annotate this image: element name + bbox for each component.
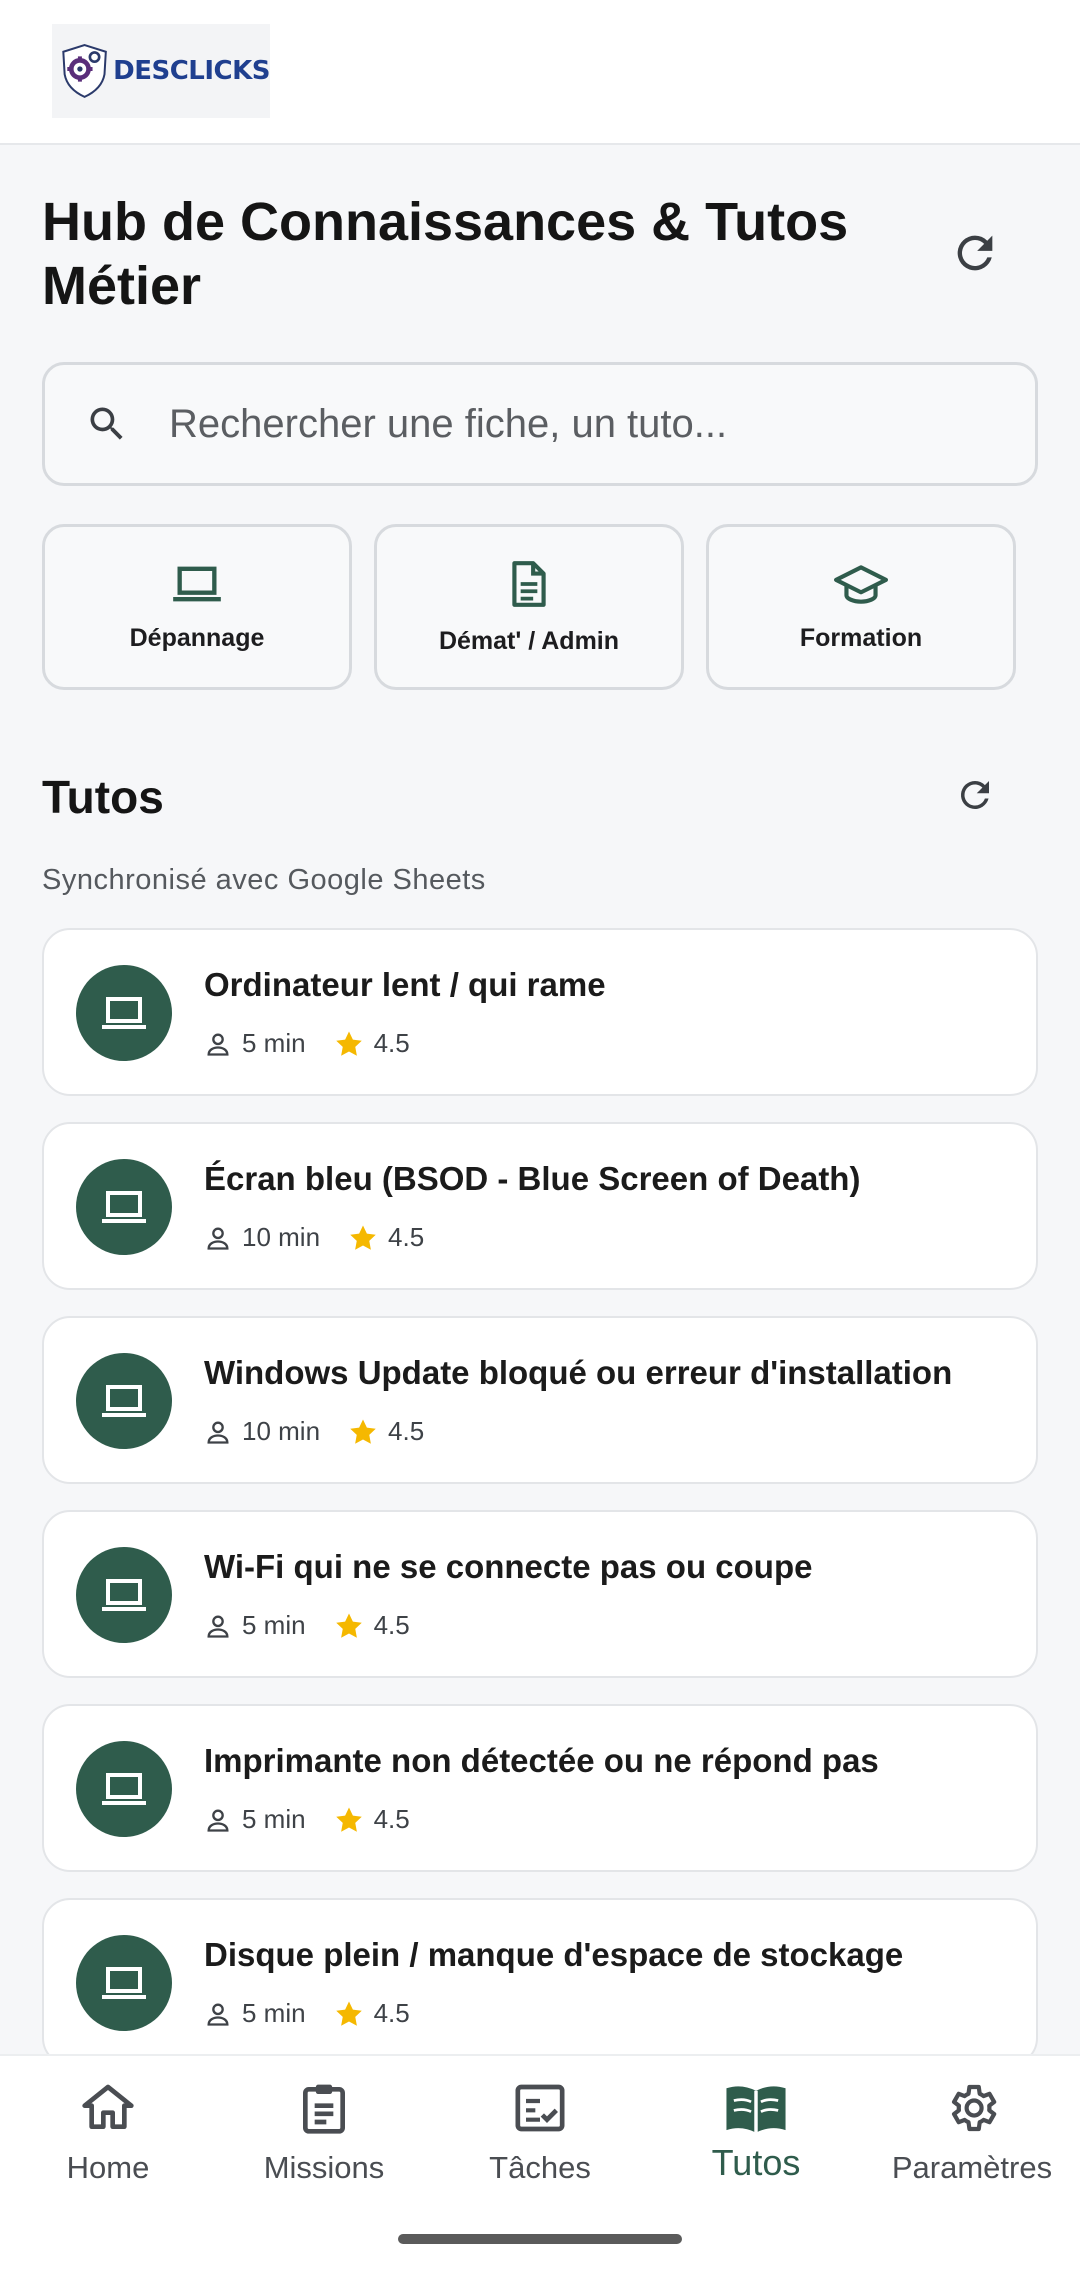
- home-indicator[interactable]: [398, 2234, 682, 2244]
- desclicks-logo[interactable]: DESCLICKS: [52, 24, 270, 118]
- tuto-avatar: [76, 1741, 172, 1837]
- tuto-rating: 4.5: [388, 1222, 425, 1252]
- tuto-card[interactable]: Écran bleu (BSOD - Blue Screen of Death)…: [42, 1122, 1038, 1290]
- star-icon: [335, 1807, 362, 1832]
- person-icon: [207, 1809, 229, 1832]
- tuto-avatar: [76, 1935, 172, 2031]
- tuto-avatar: [76, 1353, 172, 1449]
- laptop-icon: [102, 1579, 146, 1611]
- star-icon: [335, 1031, 362, 1056]
- refresh-tutos-button[interactable]: [946, 766, 1004, 824]
- category-demat-admin[interactable]: Démat' / Admin: [374, 524, 684, 690]
- tuto-meta: 10 min 4.5: [204, 1416, 424, 1447]
- category-depannage[interactable]: Dépannage: [42, 524, 352, 690]
- tuto-avatar: [76, 1547, 172, 1643]
- tuto-title: Disque plein / manque d'espace de stocka…: [204, 1936, 904, 1973]
- tuto-rating: 4.5: [373, 1804, 410, 1834]
- page-title: Hub de Connaissances & Tutos Métier: [42, 192, 849, 316]
- person-icon: [207, 1227, 229, 1250]
- tuto-rating: 4.5: [373, 1610, 410, 1640]
- tuto-card[interactable]: Wi-Fi qui ne se connecte pas ou coupe 5 …: [42, 1510, 1038, 1678]
- gear-icon: [951, 2084, 997, 2132]
- star-icon: [335, 1613, 362, 1638]
- star-icon: [350, 1225, 376, 1250]
- sync-status: Synchronisé avec Google Sheets: [42, 864, 486, 896]
- app-header: DESCLICKS: [0, 0, 1080, 145]
- nav-item-parametres[interactable]: Paramètres: [864, 2080, 1080, 2200]
- tuto-card[interactable]: Disque plein / manque d'espace de stocka…: [42, 1898, 1038, 2066]
- tuto-title: Imprimante non détectée ou ne répond pas: [204, 1742, 879, 1779]
- tuto-avatar: [76, 965, 172, 1061]
- tuto-title: Écran bleu (BSOD - Blue Screen of Death): [204, 1160, 861, 1197]
- nav-item-taches[interactable]: Tâches: [432, 2080, 648, 2200]
- tuto-title: Windows Update bloqué ou erreur d'instal…: [204, 1354, 953, 1391]
- tuto-meta: 5 min 4.5: [204, 1998, 410, 2029]
- search-input[interactable]: [169, 401, 989, 447]
- nav-item-missions[interactable]: Missions: [216, 2080, 432, 2200]
- refresh-icon: [960, 781, 989, 809]
- nav-item-home[interactable]: Home: [0, 2080, 216, 2200]
- tuto-duration: 5 min: [242, 1610, 306, 1640]
- nav-label: Tâches: [489, 2150, 591, 2185]
- tuto-card[interactable]: Imprimante non détectée ou ne répond pas…: [42, 1704, 1038, 1872]
- tuto-duration: 5 min: [242, 1028, 306, 1058]
- tuto-avatar: [76, 1159, 172, 1255]
- tuto-duration: 10 min: [242, 1416, 321, 1446]
- clipboard-icon: [303, 2084, 345, 2134]
- book-icon: [726, 2086, 786, 2133]
- logo-text: DESCLICKS: [113, 56, 270, 86]
- gear-shield-logo-icon: [62, 44, 107, 99]
- category-label: Formation: [799, 623, 923, 652]
- laptop-icon: [102, 1385, 146, 1417]
- person-icon: [207, 1421, 229, 1444]
- nav-label: Home: [66, 2150, 150, 2185]
- refresh-icon: [957, 235, 993, 271]
- refresh-button[interactable]: [940, 218, 1010, 288]
- tuto-duration: 5 min: [242, 1804, 306, 1834]
- tuto-meta: 5 min 4.5: [204, 1610, 410, 1641]
- star-icon: [350, 1419, 376, 1444]
- tuto-title: Ordinateur lent / qui rame: [204, 966, 606, 1003]
- document-icon: [512, 560, 546, 607]
- star-icon: [335, 2001, 362, 2026]
- person-icon: [207, 2003, 229, 2026]
- tuto-meta: 5 min 4.5: [204, 1804, 410, 1835]
- home-icon: [82, 2084, 134, 2129]
- person-icon: [207, 1033, 229, 1056]
- tuto-duration: 5 min: [242, 1998, 306, 2028]
- search-icon: [90, 407, 123, 440]
- checklist-icon: [515, 2084, 565, 2132]
- category-label: Démat' / Admin: [438, 626, 620, 655]
- tuto-rating: 4.5: [373, 1998, 410, 2028]
- graduation-cap-icon: [834, 564, 888, 604]
- category-formation[interactable]: Formation: [706, 524, 1016, 690]
- nav-label: Tutos: [711, 2142, 801, 2183]
- tuto-duration: 10 min: [242, 1222, 321, 1252]
- tuto-card[interactable]: Ordinateur lent / qui rame 5 min 4.5: [42, 928, 1038, 1096]
- nav-label: Paramètres: [891, 2150, 1053, 2185]
- nav-label: Missions: [263, 2150, 385, 2185]
- person-icon: [207, 1615, 229, 1638]
- laptop-icon: [102, 1773, 146, 1805]
- tuto-meta: 10 min 4.5: [204, 1222, 424, 1253]
- tuto-rating: 4.5: [388, 1416, 425, 1446]
- category-label: Dépannage: [129, 623, 265, 652]
- tuto-title: Wi-Fi qui ne se connecte pas ou coupe: [204, 1548, 813, 1585]
- tuto-meta: 5 min 4.5: [204, 1028, 410, 1059]
- laptop-icon: [102, 997, 146, 1029]
- laptop-icon: [102, 1191, 146, 1223]
- nav-item-tutos[interactable]: Tutos: [648, 2080, 864, 2200]
- tuto-card[interactable]: Windows Update bloqué ou erreur d'instal…: [42, 1316, 1038, 1484]
- laptop-icon: [102, 1967, 146, 1999]
- section-title-tutos: Tutos: [42, 771, 164, 823]
- laptop-icon: [173, 566, 221, 601]
- tuto-rating: 4.5: [373, 1028, 410, 1058]
- search-bar[interactable]: [42, 362, 1038, 486]
